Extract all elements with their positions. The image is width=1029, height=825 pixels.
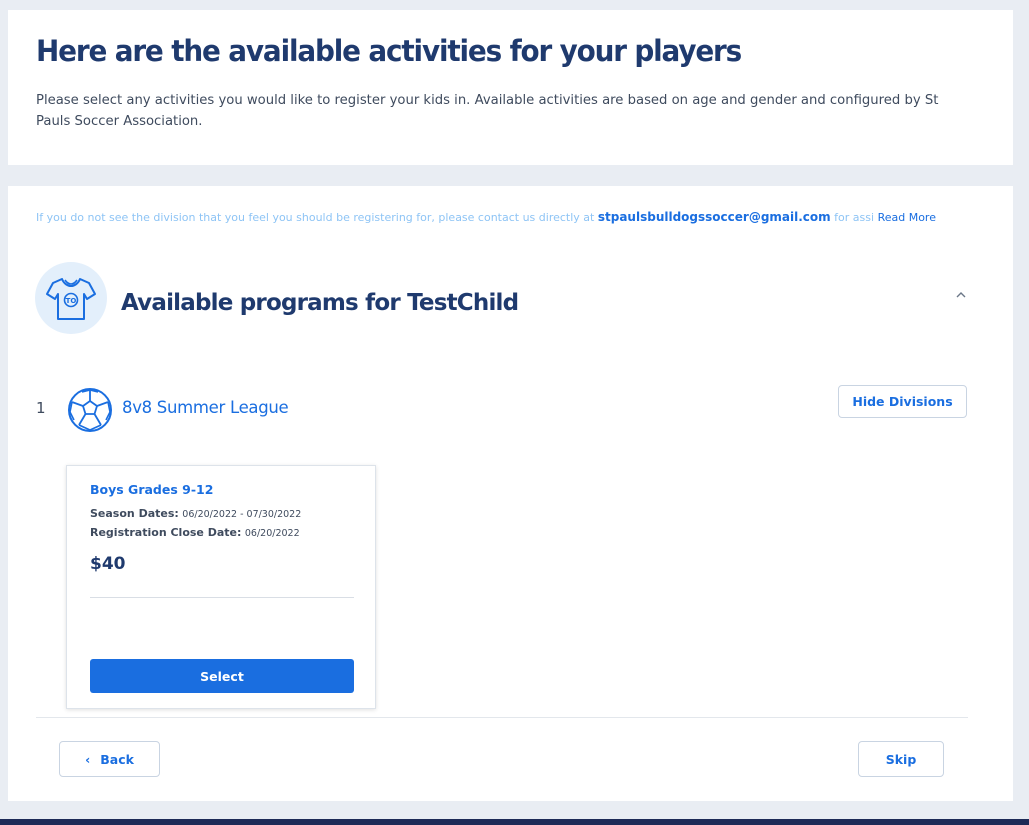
tshirt-icon: TO <box>46 278 96 320</box>
divider <box>36 717 968 718</box>
back-button[interactable]: ‹ Back <box>59 741 160 777</box>
division-name: Boys Grades 9-12 <box>90 482 214 497</box>
chevron-up-icon[interactable] <box>954 288 968 302</box>
shirt-avatar: TO <box>35 262 107 334</box>
notice-text-after: for assi <box>830 211 875 224</box>
season-dates: Season Dates: 06/20/2022 - 07/30/2022 <box>90 507 301 520</box>
programs-title: Available programs for TestChild <box>121 290 519 316</box>
season-dates-value: 06/20/2022 - 07/30/2022 <box>182 509 302 520</box>
select-division-button[interactable]: Select <box>90 659 354 693</box>
header-card: Here are the available activities for yo… <box>8 10 1013 165</box>
program-index: 1 <box>36 399 46 417</box>
page-title: Here are the available activities for yo… <box>36 34 742 68</box>
page-subtitle: Please select any activities you would l… <box>36 93 939 129</box>
soccer-ball-icon <box>68 388 112 432</box>
skip-button[interactable]: Skip <box>858 741 944 777</box>
read-more-link[interactable]: Read More <box>878 211 936 224</box>
contact-notice: If you do not see the division that you … <box>36 209 976 226</box>
registration-close-date: Registration Close Date: 06/20/2022 <box>90 526 300 539</box>
notice-text: If you do not see the division that you … <box>36 211 598 224</box>
divider <box>90 597 354 598</box>
programs-card: If you do not see the division that you … <box>8 186 1013 801</box>
back-label: Back <box>100 751 134 767</box>
division-price: $40 <box>90 554 126 574</box>
registration-close-value: 06/20/2022 <box>244 528 300 539</box>
hide-divisions-button[interactable]: Hide Divisions <box>838 385 967 418</box>
bottom-bar <box>0 819 1029 825</box>
season-dates-label: Season Dates: <box>90 507 179 520</box>
shirt-icon-text: TO <box>66 297 77 305</box>
division-card: Boys Grades 9-12 Season Dates: 06/20/202… <box>66 465 376 709</box>
chevron-left-icon: ‹ <box>85 751 91 767</box>
program-name[interactable]: 8v8 Summer League <box>122 398 289 417</box>
registration-close-label: Registration Close Date: <box>90 526 242 539</box>
contact-email-link[interactable]: stpaulsbulldogssoccer@gmail.com <box>598 210 831 224</box>
